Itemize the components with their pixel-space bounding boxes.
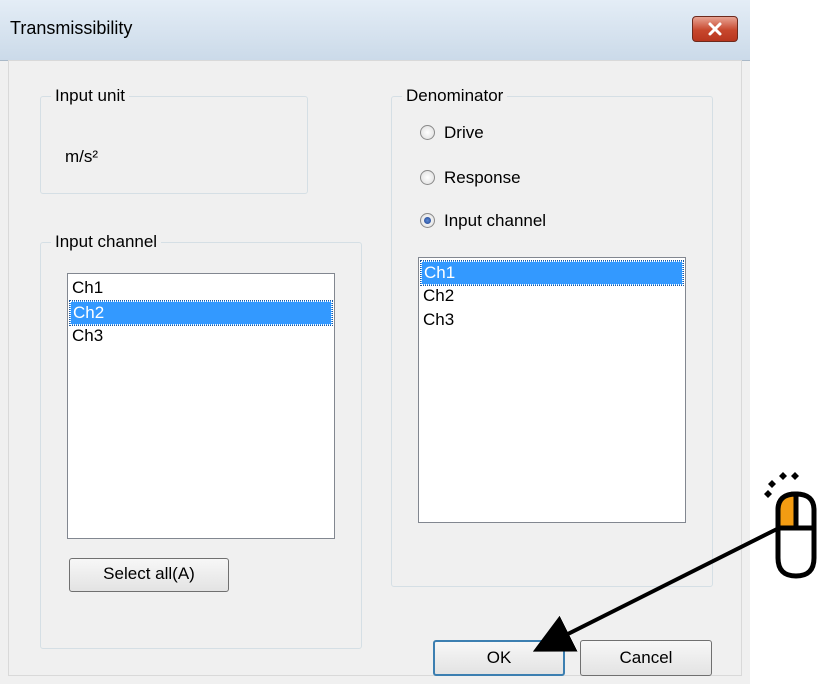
radio-input-channel-circle[interactable] (420, 213, 435, 228)
transmissibility-dialog: Transmissibility Input unit m/s² Input c… (0, 0, 750, 684)
close-button[interactable] (692, 16, 738, 42)
cancel-label: Cancel (619, 648, 673, 667)
list-item[interactable]: Ch3 (70, 325, 332, 349)
list-item[interactable]: Ch1 (420, 260, 684, 286)
list-item[interactable]: Ch2 (421, 285, 683, 309)
input-channel-group: Input channel Ch1 Ch2 Ch3 Select all(A) (40, 232, 362, 649)
input-unit-group: Input unit m/s² (40, 86, 308, 194)
list-item[interactable]: Ch1 (70, 277, 332, 301)
radio-response-circle[interactable] (420, 170, 435, 185)
radio-input-channel[interactable]: Input channel (420, 211, 640, 233)
window-title: Transmissibility (10, 18, 133, 38)
title-bar: Transmissibility (0, 0, 750, 61)
input-unit-label: Input unit (51, 86, 129, 106)
radio-drive-label: Drive (444, 123, 484, 142)
ok-button[interactable]: OK (433, 640, 565, 676)
input-channel-label: Input channel (51, 232, 162, 252)
denominator-label: Denominator (402, 86, 508, 106)
list-item[interactable]: Ch3 (421, 309, 683, 333)
ok-label: OK (486, 648, 512, 667)
cancel-button[interactable]: Cancel (580, 640, 712, 676)
denominator-group: Denominator Drive Response Input channel… (391, 86, 713, 587)
select-all-label: Select all(A) (103, 564, 195, 583)
radio-input-channel-label: Input channel (444, 211, 547, 230)
denominator-listbox[interactable]: Ch1 Ch2 Ch3 (418, 257, 686, 523)
radio-response-label: Response (444, 168, 521, 187)
close-icon (708, 22, 722, 36)
radio-drive[interactable]: Drive (420, 123, 620, 145)
radio-response[interactable]: Response (420, 168, 620, 190)
input-channel-listbox[interactable]: Ch1 Ch2 Ch3 (67, 273, 335, 539)
list-item[interactable]: Ch2 (69, 300, 333, 326)
mouse-click-icon (764, 472, 817, 579)
radio-drive-circle[interactable] (420, 125, 435, 140)
input-unit-value: m/s² (65, 147, 99, 166)
select-all-button[interactable]: Select all(A) (69, 558, 229, 592)
